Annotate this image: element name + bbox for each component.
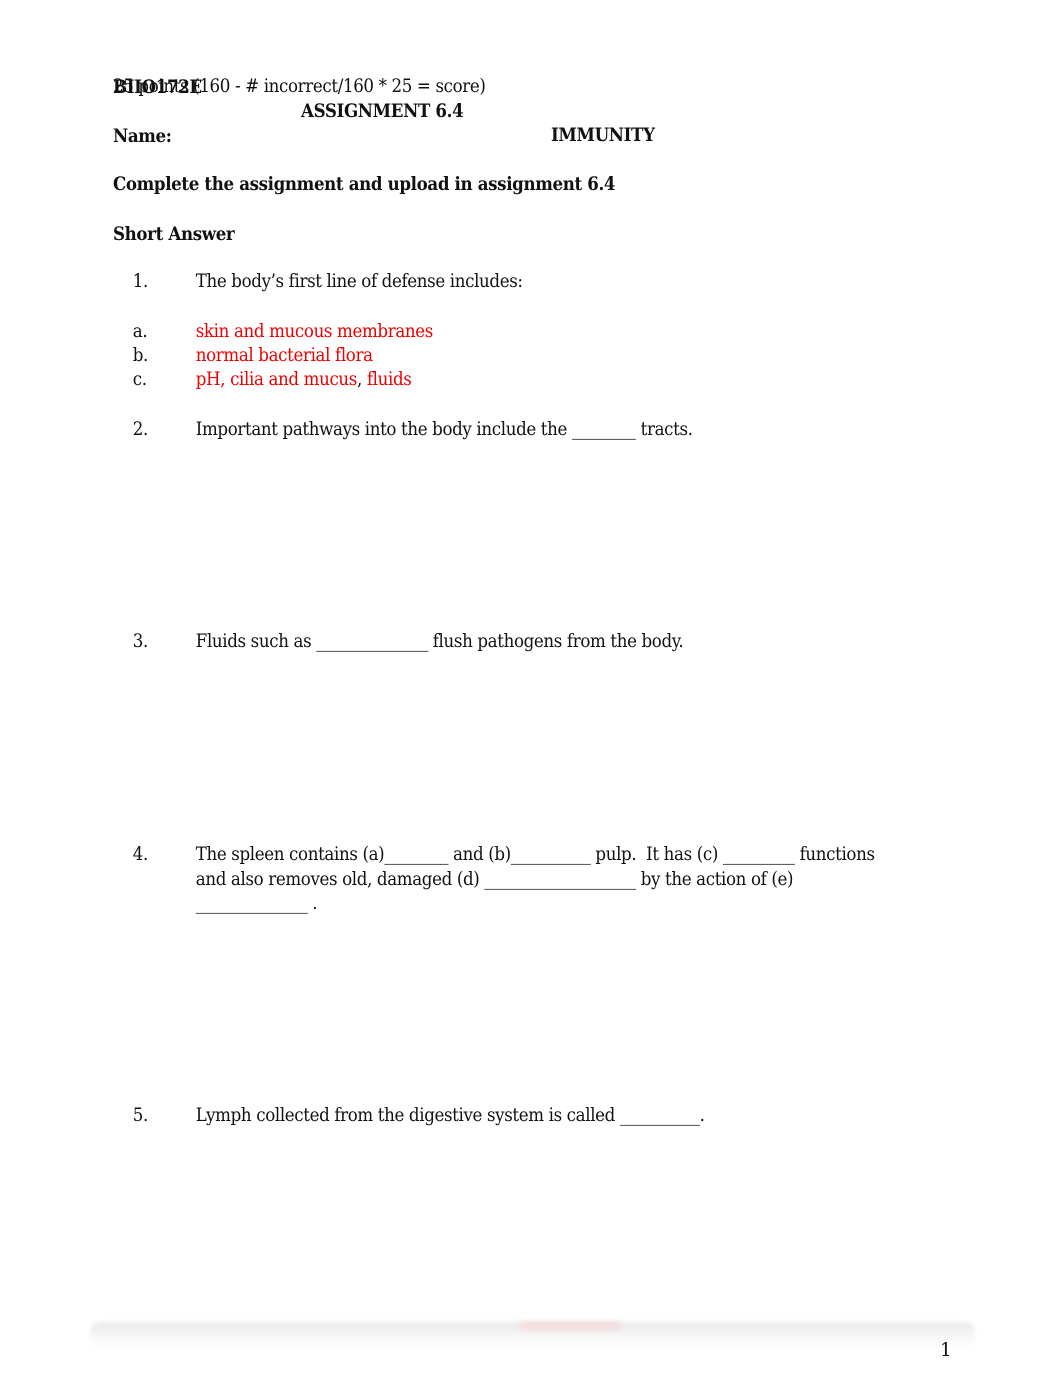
question-number: 1. (132, 271, 149, 292)
question-text: by the action of (e) (635, 869, 794, 890)
answer-text-part2: fluids (361, 369, 412, 390)
question-2: 2. Important pathways into the body inclu… (113, 394, 693, 466)
name-label: Name: (113, 126, 172, 147)
question-text: The body’s first line of defense include… (195, 271, 523, 292)
question-4-line-3: ______________ . (176, 868, 318, 940)
answer-text-part1: pH, cilia and mucus (195, 369, 358, 390)
document-page: BIIO172E ASSIGNMENT 6.4 IMMUNITY 25 poin… (0, 0, 1062, 1377)
answer-blank-d[interactable]: ___________________ (484, 869, 636, 890)
assignment-title: ASSIGNMENT 6.4 (301, 101, 464, 122)
topic-title: IMMUNITY (551, 125, 655, 146)
answer-letter: c. (132, 369, 147, 390)
question-number: 5. (132, 1105, 149, 1126)
answer-blank[interactable]: __________ (620, 1105, 700, 1126)
section-title: Short Answer (113, 224, 235, 245)
question-text-before: Fluids such as (195, 631, 317, 652)
page-break-highlight (520, 1322, 620, 1330)
question-text-after: flush pathogens from the body. (427, 631, 684, 652)
page-number: 1 (940, 1340, 952, 1361)
question-text-after: . (699, 1105, 705, 1126)
answer-blank-e[interactable]: ______________ (196, 893, 308, 914)
question-text-before: Important pathways into the body include… (195, 419, 572, 440)
question-number: 2. (132, 419, 149, 440)
question-3: 3. Fluids such as ______________ flush pa… (113, 606, 684, 678)
question-text: functions (794, 844, 875, 865)
instruction-text: Complete the assignment and upload in as… (113, 174, 616, 195)
question-number: 3. (132, 631, 149, 652)
document-header: BIIO172E ASSIGNMENT 6.4 IMMUNITY (0, 52, 1062, 172)
question-text-after: tracts. (635, 419, 693, 440)
question-text-before: Lymph collected from the digestive syste… (195, 1105, 620, 1126)
points-formula: 25 points (160 - # incorrect/160 * 25 = … (113, 76, 486, 97)
question-5: 5. Lymph collected from the digestive sys… (113, 1080, 705, 1152)
answer-blank[interactable]: ______________ (316, 631, 428, 652)
answer-blank[interactable]: ________ (572, 419, 636, 440)
question-text: . (307, 893, 318, 914)
